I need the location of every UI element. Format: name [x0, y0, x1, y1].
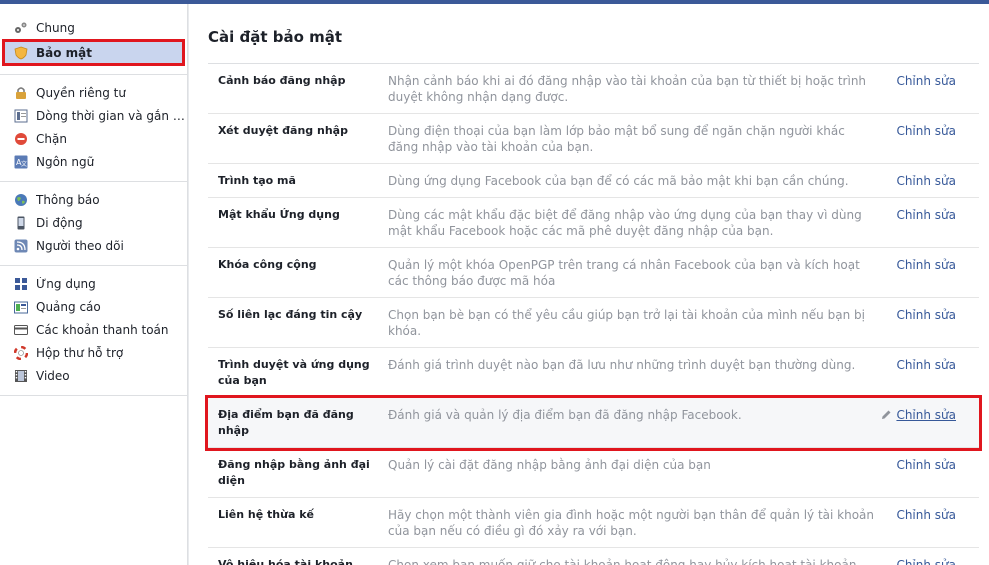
- setting-description: Đánh giá và quản lý địa điểm bạn đã đăng…: [388, 408, 742, 422]
- sidebar-item-nguoi-theo-doi[interactable]: Người theo dõi: [0, 234, 187, 257]
- globe-icon: [13, 192, 29, 208]
- setting-name: Địa điểm bạn đã đăng nhập: [218, 408, 354, 437]
- setting-name: Xét duyệt đăng nhập: [218, 124, 348, 137]
- sidebar-item-cac-khoan-thanh-toan[interactable]: Các khoản thanh toán: [0, 318, 187, 341]
- sidebar-item-label: Các khoản thanh toán: [36, 322, 169, 337]
- edit-link[interactable]: Chỉnh sửa: [896, 457, 956, 473]
- sidebar-item-ung-dung[interactable]: Ứng dụng: [0, 272, 187, 295]
- setting-description: Dùng ứng dụng Facebook của bạn để có các…: [388, 174, 849, 188]
- edit-link[interactable]: Chỉnh sửa: [896, 257, 956, 273]
- lock-icon: [13, 85, 29, 101]
- page-title: Cài đặt bảo mật: [208, 28, 343, 46]
- setting-row-mat-khau-ung-dung[interactable]: Mật khẩu Ứng dụng Dùng các mật khẩu đặc b…: [208, 198, 979, 248]
- sidebar-item-chan[interactable]: Chặn: [0, 127, 187, 150]
- setting-row-dang-nhap-bang-anh-dai-dien[interactable]: Đăng nhập bằng ảnh đại diện Quản lý cài đ…: [208, 448, 979, 498]
- setting-name: Mật khẩu Ứng dụng: [218, 208, 340, 221]
- mobile-icon: [13, 215, 29, 231]
- setting-name: Vô hiệu hóa tài khoản: [218, 558, 353, 565]
- gears-icon: [13, 20, 29, 36]
- setting-description: Dùng điện thoại của bạn làm lớp bảo mật …: [388, 124, 845, 154]
- edit-link[interactable]: Chỉnh sửa: [896, 507, 956, 523]
- setting-name: Khóa công cộng: [218, 258, 317, 271]
- pencil-icon: [880, 409, 892, 421]
- sidebar-item-label: Chung: [36, 20, 75, 35]
- setting-row-khoa-cong-cong[interactable]: Khóa công cộng Quản lý một khóa OpenPGP t…: [208, 248, 979, 298]
- timeline-icon: [13, 108, 29, 124]
- sidebar-item-label: Thông báo: [36, 192, 100, 207]
- setting-name: Đăng nhập bằng ảnh đại diện: [218, 458, 370, 487]
- setting-name: Liên hệ thừa kế: [218, 508, 314, 521]
- security-settings-table: Cảnh báo đăng nhập Nhận cảnh báo khi ai đ…: [205, 63, 982, 565]
- setting-description: Chọn xem bạn muốn giữ cho tài khoản hoạt…: [388, 558, 861, 565]
- edit-link[interactable]: Chỉnh sửa: [896, 357, 956, 373]
- sidebar-item-label: Người theo dõi: [36, 238, 124, 253]
- sidebar-item-quang-cao[interactable]: Quảng cáo: [0, 295, 187, 318]
- rss-icon: [13, 238, 29, 254]
- sidebar-group: Ứng dụng Quảng cáo Các khoản thanh toán Hộp…: [0, 266, 187, 396]
- setting-description: Quản lý cài đặt đăng nhập bằng ảnh đại d…: [388, 458, 711, 472]
- edit-link[interactable]: Chỉnh sửa: [896, 207, 956, 223]
- setting-description: Chọn bạn bè bạn có thể yêu cầu giúp bạn …: [388, 308, 865, 338]
- card-icon: [13, 322, 29, 338]
- sidebar-item-label: Dòng thời gian và gắn t...: [36, 108, 186, 123]
- setting-row-canh-bao-dang-nhap[interactable]: Cảnh báo đăng nhập Nhận cảnh báo khi ai đ…: [208, 64, 979, 114]
- sidebar-item-label: Chặn: [36, 131, 67, 146]
- film-icon: [13, 368, 29, 384]
- edit-link[interactable]: Chỉnh sửa: [896, 307, 956, 323]
- sidebar-item-label: Di động: [36, 215, 83, 230]
- block-icon: [13, 131, 29, 147]
- setting-description: Hãy chọn một thành viên gia đình hoặc mộ…: [388, 508, 875, 538]
- setting-row-so-lien-lac-dang-tin-cay[interactable]: Số liên lạc đáng tin cậy Chọn bạn bè bạn …: [208, 298, 979, 348]
- sidebar-item-label: Bảo mật: [36, 45, 93, 60]
- setting-row-trinh-duyet-va-ung-dung-cua-ban[interactable]: Trình duyệt và ứng dụng của bạn Đánh giá …: [208, 348, 979, 398]
- setting-name: Trình tạo mã: [218, 174, 296, 187]
- settings-sidebar: Chung Bảo mật Quyền riêng tư Dòng thời gian…: [0, 4, 188, 565]
- setting-row-dia-diem-ban-da-dang-nhap[interactable]: Địa điểm bạn đã đăng nhập Đánh giá và quả…: [205, 395, 982, 451]
- lifebuoy-icon: [13, 345, 29, 361]
- edit-link[interactable]: Chỉnh sửa: [896, 123, 956, 139]
- shield-icon: [13, 45, 29, 61]
- setting-row-xet-duyet-dang-nhap[interactable]: Xét duyệt đăng nhập Dùng điện thoại của b…: [208, 114, 979, 164]
- sidebar-item-thong-bao[interactable]: Thông báo: [0, 188, 187, 211]
- sidebar-item-label: Hộp thư hỗ trợ: [36, 345, 124, 360]
- svg-text:文: 文: [21, 160, 27, 168]
- sidebar-item-label: Quảng cáo: [36, 299, 101, 314]
- sidebar-group: Chung Bảo mật: [0, 4, 187, 75]
- sidebar-item-ngon-ngu[interactable]: A 文 Ngôn ngữ: [0, 150, 187, 173]
- setting-row-vo-hieu-hoa-tai-khoan[interactable]: Vô hiệu hóa tài khoản Chọn xem bạn muốn g…: [208, 548, 979, 565]
- sidebar-item-dong-thoi-gian-va-gan-t[interactable]: Dòng thời gian và gắn t...: [0, 104, 187, 127]
- sidebar-item-label: Ngôn ngữ: [36, 154, 95, 169]
- edit-link[interactable]: Chỉnh sửa: [896, 407, 956, 423]
- sidebar-item-label: Quyền riêng tư: [36, 85, 126, 100]
- setting-description: Quản lý một khóa OpenPGP trên trang cá n…: [388, 258, 860, 288]
- sidebar-item-chung[interactable]: Chung: [0, 16, 187, 39]
- sidebar-group: Thông báo Di động Người theo dõi: [0, 182, 187, 266]
- sidebar-item-di-dong[interactable]: Di động: [0, 211, 187, 234]
- edit-link[interactable]: Chỉnh sửa: [896, 173, 956, 189]
- apps-icon: [13, 276, 29, 292]
- setting-description: Đánh giá trình duyệt nào bạn đã lưu như …: [388, 358, 856, 372]
- sidebar-item-hop-thu-ho-tro[interactable]: Hộp thư hỗ trợ: [0, 341, 187, 364]
- sidebar-item-video[interactable]: Video: [0, 364, 187, 387]
- sidebar-item-label: Ứng dụng: [36, 276, 96, 291]
- setting-name: Trình duyệt và ứng dụng của bạn: [218, 358, 370, 387]
- setting-row-trinh-tao-ma[interactable]: Trình tạo mã Dùng ứng dụng Facebook của b…: [208, 164, 979, 198]
- edit-link[interactable]: Chỉnh sửa: [896, 557, 956, 565]
- language-icon: A文: [13, 154, 29, 170]
- sidebar-item-bao-mat[interactable]: Bảo mật: [2, 39, 185, 66]
- edit-link[interactable]: Chỉnh sửa: [896, 73, 956, 89]
- setting-row-lien-he-thua-ke[interactable]: Liên hệ thừa kế Hãy chọn một thành viên g…: [208, 498, 979, 548]
- sidebar-group: Quyền riêng tư Dòng thời gian và gắn t...…: [0, 75, 187, 182]
- setting-description: Nhận cảnh báo khi ai đó đăng nhập vào tà…: [388, 74, 867, 104]
- settings-main: Cài đặt bảo mật Cảnh báo đăng nhập Nhận c…: [189, 4, 989, 565]
- sidebar-item-label: Video: [36, 368, 70, 383]
- setting-name: Số liên lạc đáng tin cậy: [218, 308, 363, 321]
- setting-description: Dùng các mật khẩu đặc biệt để đăng nhập …: [388, 208, 862, 238]
- ads-icon: [13, 299, 29, 315]
- sidebar-item-quyen-rieng-tu[interactable]: Quyền riêng tư: [0, 81, 187, 104]
- setting-name: Cảnh báo đăng nhập: [218, 74, 346, 87]
